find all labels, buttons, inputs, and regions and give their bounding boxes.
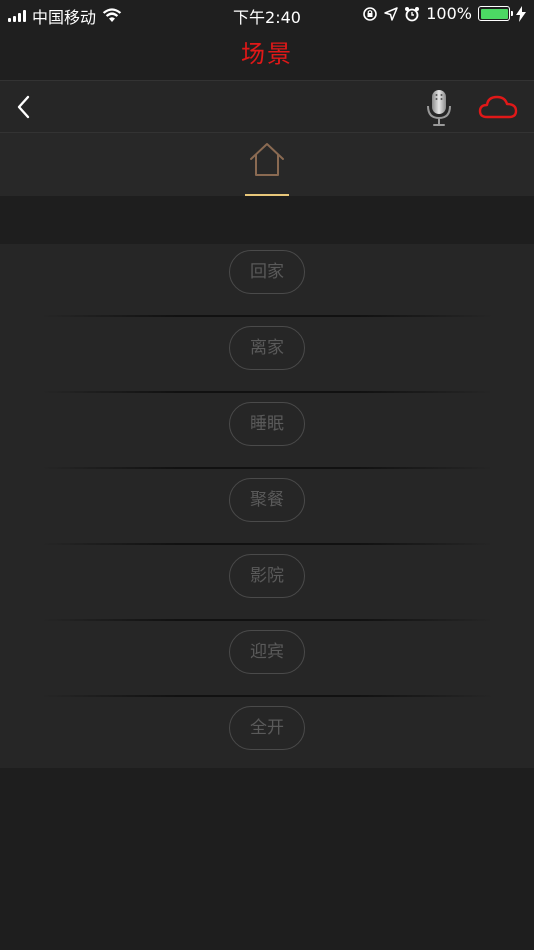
scene-row: 回家 (0, 244, 534, 320)
title-bar: 场景 (0, 28, 534, 80)
page-title: 场景 (241, 40, 293, 68)
charging-bolt-icon (516, 5, 526, 22)
scene-button-leave[interactable]: 离家 (229, 326, 305, 370)
row-divider (40, 619, 494, 621)
voice-button[interactable] (422, 89, 456, 127)
row-divider (40, 543, 494, 545)
orientation-lock-icon (363, 6, 378, 21)
spacer (0, 196, 534, 244)
battery-fill (480, 8, 508, 19)
scene-row: 睡眠 (0, 396, 534, 472)
home-icon (250, 143, 284, 176)
tab-home[interactable] (244, 137, 290, 197)
status-right: 100% (362, 4, 526, 23)
scene-list: 回家 离家 睡眠 聚餐 影院 迎宾 全开 (0, 244, 534, 768)
room-tab-strip (0, 132, 534, 196)
scene-button-home[interactable]: 回家 (229, 250, 305, 294)
scene-button-cinema[interactable]: 影院 (229, 554, 305, 598)
cloud-icon (478, 95, 518, 119)
row-divider (40, 391, 494, 393)
row-divider (40, 467, 494, 469)
chevron-left-icon (17, 95, 30, 119)
alarm-icon (405, 6, 420, 21)
battery-icon (478, 6, 513, 21)
cloud-button[interactable] (478, 91, 518, 123)
scene-row: 影院 (0, 548, 534, 624)
scene-button-sleep[interactable]: 睡眠 (229, 402, 305, 446)
scene-button-dinner[interactable]: 聚餐 (229, 478, 305, 522)
scene-button-welcome[interactable]: 迎宾 (229, 630, 305, 674)
scene-button-all-on[interactable]: 全开 (229, 706, 305, 750)
row-divider (40, 315, 494, 317)
scene-row: 全开 (0, 700, 534, 776)
battery-percent: 100% (426, 4, 472, 23)
scene-row: 迎宾 (0, 624, 534, 700)
status-bar: 中国移动 下午2:40 100% (0, 0, 534, 28)
toolbar (0, 80, 534, 132)
back-button[interactable] (8, 89, 44, 125)
scene-row: 聚餐 (0, 472, 534, 548)
location-icon (384, 6, 398, 21)
scene-row: 离家 (0, 320, 534, 396)
microphone-icon (427, 90, 451, 126)
row-divider (40, 695, 494, 697)
